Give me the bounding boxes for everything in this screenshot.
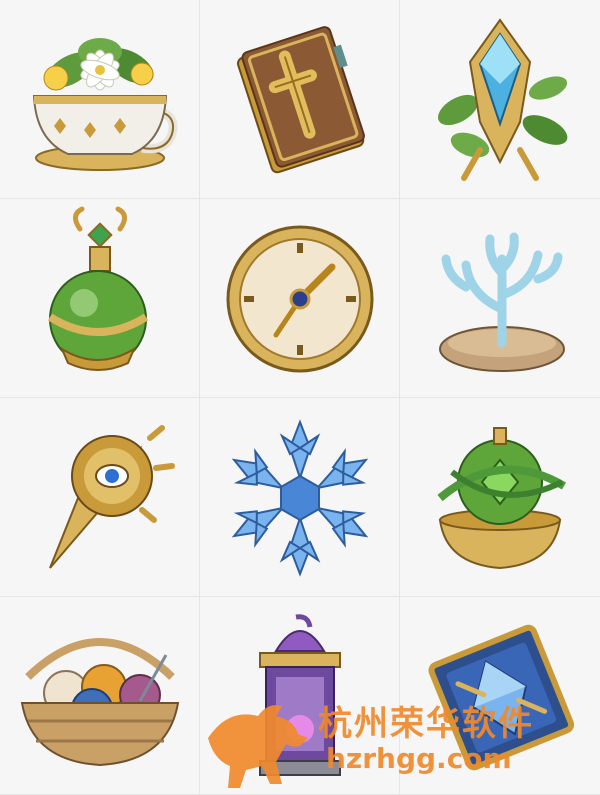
purple-lantern-icon [259, 614, 341, 776]
ice-snowflake-icon [224, 419, 376, 575]
icon-cell-chest [400, 597, 600, 795]
icon-cell-teacup [0, 0, 200, 199]
crystal-leaf-crest-icon [438, 18, 568, 181]
crystal-chest-icon [428, 624, 575, 771]
icon-cell-vine-pot [400, 398, 600, 597]
icon-cell-book [200, 0, 400, 199]
icon-cell-lantern [200, 597, 400, 795]
green-orb-flask-icon [47, 206, 149, 371]
icon-cell-yarn-basket [0, 597, 200, 795]
icon-cell-crystal-crest [400, 0, 600, 199]
icon-cell-orb-flask [0, 199, 200, 398]
flower-teacup-icon [32, 38, 178, 171]
icon-cell-clock [200, 199, 400, 398]
icon-grid [0, 0, 600, 795]
vine-gem-pot-icon [437, 427, 567, 570]
icon-cell-coral [400, 199, 600, 398]
cross-book-icon [236, 26, 365, 174]
icon-cell-snowflake [200, 398, 400, 597]
yarn-basket-icon [20, 638, 180, 767]
icon-cell-eye-pin [0, 398, 200, 597]
golden-clock-icon [226, 225, 374, 373]
ice-coral-icon [439, 232, 565, 372]
eye-blade-pin-icon [49, 425, 175, 569]
